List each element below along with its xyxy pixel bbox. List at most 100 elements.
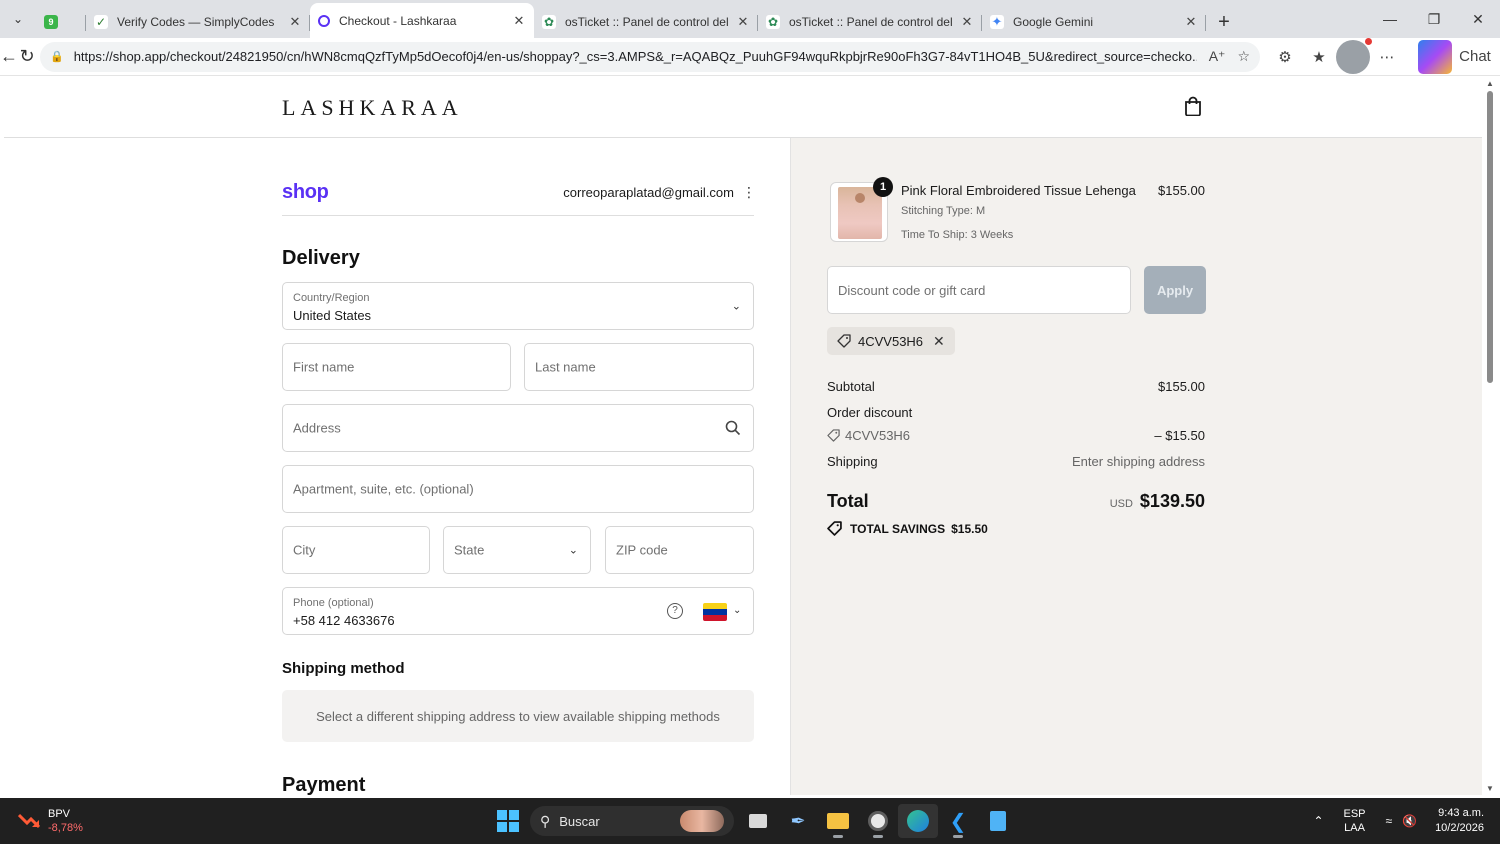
taskbar-app-feather[interactable]: ✒ bbox=[778, 804, 818, 838]
edge-icon bbox=[907, 810, 929, 832]
url-field[interactable]: 🔒 https://shop.app/checkout/24821950/cn/… bbox=[40, 41, 1260, 72]
feather-app-icon: ✒ bbox=[790, 810, 806, 831]
restore-button[interactable]: ❐ bbox=[1412, 0, 1456, 38]
close-icon[interactable]: ✕ bbox=[736, 14, 750, 30]
savings-value: $15.50 bbox=[951, 521, 988, 536]
address-bar-row: ← ↻ 🔒 https://shop.app/checkout/24821950… bbox=[0, 37, 1500, 76]
state-placeholder: State bbox=[454, 542, 485, 558]
store-logo[interactable]: LASHKARAA bbox=[282, 95, 463, 121]
osticket-icon: ✿ bbox=[766, 15, 780, 29]
tab-checkout-lashkaraa[interactable]: Checkout - Lashkaraa ✕ bbox=[310, 3, 534, 38]
phone-field[interactable]: Phone (optional) +58 412 4633676 ? ⌄ bbox=[282, 587, 754, 635]
chevron-down-icon[interactable]: ⌄ bbox=[733, 605, 741, 616]
close-icon[interactable]: ✕ bbox=[512, 13, 526, 29]
start-button[interactable] bbox=[488, 804, 528, 838]
state-select[interactable]: State ⌄ bbox=[443, 526, 591, 574]
show-hidden-icons-icon[interactable]: ⌃ bbox=[1313, 814, 1323, 828]
task-view-button[interactable] bbox=[738, 804, 778, 838]
taskbar-chrome-app[interactable] bbox=[858, 804, 898, 838]
shipping-label: Shipping bbox=[827, 454, 878, 469]
stock-down-arrow-icon bbox=[18, 813, 40, 829]
zip-field[interactable]: ZIP code bbox=[605, 526, 754, 574]
taskbar-notepad[interactable] bbox=[978, 804, 1018, 838]
page-scrollbar[interactable]: ▲ ▼ bbox=[1482, 77, 1500, 795]
phone-value: +58 412 4633676 bbox=[293, 613, 395, 628]
close-icon[interactable]: ✕ bbox=[960, 14, 974, 30]
order-discount-label: Order discount bbox=[827, 405, 913, 420]
stock-change: -8,78% bbox=[48, 822, 83, 834]
currency-code: USD bbox=[1109, 498, 1133, 510]
quantity-badge: 1 bbox=[873, 177, 893, 197]
city-placeholder: City bbox=[293, 542, 316, 558]
account-menu-icon[interactable]: ⋮ bbox=[742, 184, 756, 201]
apartment-field[interactable]: Apartment, suite, etc. (optional) bbox=[282, 465, 754, 513]
copilot-chat-button[interactable]: Chat bbox=[1410, 39, 1500, 74]
avatar bbox=[1336, 37, 1372, 74]
first-name-placeholder: First name bbox=[293, 359, 355, 375]
taskbar-file-explorer[interactable] bbox=[818, 804, 858, 838]
store-header: LASHKARAA bbox=[4, 77, 1482, 138]
vscode-icon: ❮ bbox=[949, 810, 967, 833]
apply-button[interactable]: Apply bbox=[1144, 266, 1206, 314]
applied-code-text: 4CVV53H6 bbox=[858, 333, 924, 349]
venezuela-flag-icon[interactable] bbox=[703, 603, 727, 621]
stock-widget[interactable]: BPV -8,78% bbox=[18, 807, 83, 835]
product-name: Pink Floral Embroidered Tissue Lehenga bbox=[901, 183, 1136, 198]
shopping-bag-icon[interactable] bbox=[1184, 96, 1202, 116]
tab-osticket-1[interactable]: ✿ osTicket :: Panel de control del adm ✕ bbox=[534, 6, 758, 38]
tab-osticket-2[interactable]: ✿ osTicket :: Panel de control del adm ✕ bbox=[758, 6, 982, 38]
country-select[interactable]: Country/Region United States ⌄ bbox=[282, 282, 754, 330]
keyboard-layout: LAA bbox=[1344, 822, 1365, 834]
read-aloud-icon[interactable]: A⁺ bbox=[1209, 48, 1226, 65]
arrow-left-icon: ← bbox=[0, 46, 18, 66]
taskbar-search[interactable]: ⚲ Buscar bbox=[530, 806, 734, 836]
close-icon[interactable]: ✕ bbox=[1184, 14, 1198, 30]
close-window-button[interactable]: ✕ bbox=[1456, 0, 1500, 38]
clock-time: 9:43 a.m. bbox=[1438, 807, 1484, 819]
favorites-icon[interactable]: ★ bbox=[1302, 40, 1336, 74]
tab-actions-menu-button[interactable]: ⌄ bbox=[0, 0, 36, 38]
minimize-button[interactable]: — bbox=[1368, 0, 1412, 38]
wifi-icon[interactable]: ≈ bbox=[1386, 814, 1393, 828]
tab-simplycodes-pinned[interactable]: 9 bbox=[36, 6, 86, 38]
scroll-down-icon[interactable]: ▼ bbox=[1486, 784, 1494, 793]
input-language[interactable]: ESP LAA bbox=[1344, 807, 1366, 835]
shipping-method-heading: Shipping method bbox=[282, 660, 405, 677]
more-options-icon[interactable]: ⋯ bbox=[1370, 40, 1404, 74]
first-name-field[interactable]: First name bbox=[282, 343, 511, 391]
scroll-up-icon[interactable]: ▲ bbox=[1486, 79, 1494, 88]
extensions-icon[interactable]: ⚙ bbox=[1268, 40, 1302, 74]
new-tab-button[interactable]: + bbox=[1206, 6, 1242, 38]
close-icon[interactable]: ✕ bbox=[288, 14, 302, 30]
clock[interactable]: 9:43 a.m. 10/2/2026 bbox=[1435, 806, 1484, 836]
volume-muted-icon[interactable]: 🔇 bbox=[1402, 814, 1417, 828]
total-label: Total bbox=[827, 491, 869, 511]
help-icon[interactable]: ? bbox=[667, 603, 683, 619]
discount-code-input[interactable]: Discount code or gift card bbox=[827, 266, 1131, 314]
taskbar-vscode[interactable]: ❮ bbox=[938, 804, 978, 838]
remove-discount-icon[interactable]: ✕ bbox=[933, 333, 945, 350]
zip-placeholder: ZIP code bbox=[616, 542, 668, 558]
shipping-value: Enter shipping address bbox=[1072, 454, 1205, 469]
last-name-field[interactable]: Last name bbox=[524, 343, 754, 391]
refresh-button[interactable]: ↻ bbox=[18, 40, 36, 74]
account-email: correoparaplatad@gmail.com bbox=[563, 185, 734, 200]
shop-logo: shop bbox=[282, 181, 329, 203]
profile-button[interactable] bbox=[1336, 37, 1372, 74]
address-field[interactable]: Address bbox=[282, 404, 754, 452]
simplycodes-check-icon: ✓ bbox=[94, 15, 108, 29]
shipping-methods-notice: Select a different shipping address to v… bbox=[282, 690, 754, 742]
city-field[interactable]: City bbox=[282, 526, 430, 574]
chevron-down-icon: ⌄ bbox=[568, 544, 578, 557]
tab-google-gemini[interactable]: ✦ Google Gemini ✕ bbox=[982, 6, 1206, 38]
taskbar-edge[interactable] bbox=[898, 804, 938, 838]
favorite-star-icon[interactable]: ☆ bbox=[1237, 48, 1250, 65]
subtotal-label: Subtotal bbox=[827, 379, 875, 394]
lock-icon: 🔒 bbox=[50, 51, 64, 63]
total-amount: USD $139.50 bbox=[1110, 491, 1205, 512]
back-button[interactable]: ← bbox=[0, 40, 18, 74]
search-label: Buscar bbox=[559, 813, 600, 829]
tab-verify-codes[interactable]: ✓ Verify Codes — SimplyCodes ✕ bbox=[86, 6, 310, 38]
product-ship-time: Time To Ship: 3 Weeks bbox=[901, 229, 1014, 241]
scrollbar-thumb[interactable] bbox=[1487, 91, 1493, 383]
